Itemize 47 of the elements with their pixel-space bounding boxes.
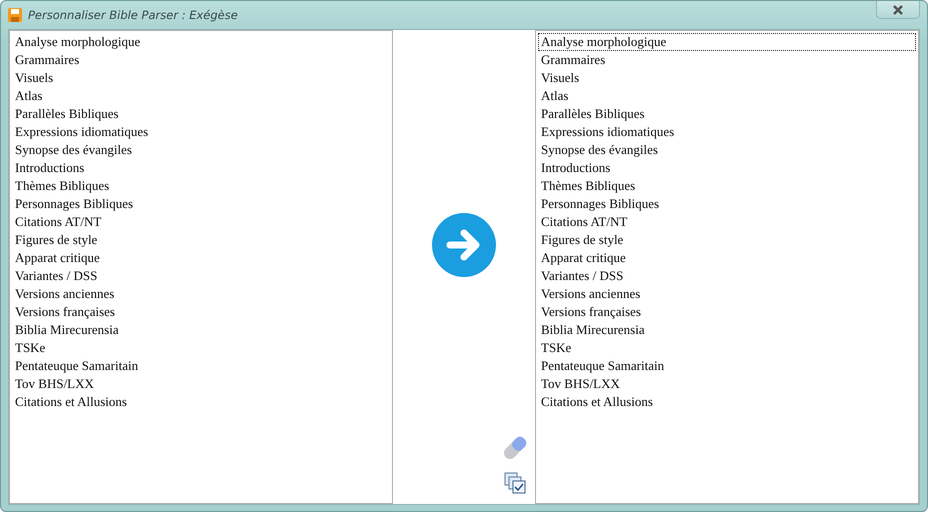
list-item[interactable]: Introductions [12, 159, 88, 177]
list-item[interactable]: Tov BHS/LXX [538, 375, 623, 393]
list-item[interactable]: Expressions idiomatiques [538, 123, 678, 141]
list-item[interactable]: Atlas [538, 87, 572, 105]
list-item[interactable]: Pentateuque Samaritain [538, 357, 668, 375]
list-item[interactable]: Analyse morphologique [538, 33, 916, 51]
list-item[interactable]: Thèmes Bibliques [538, 177, 638, 195]
list-item[interactable]: Figures de style [538, 231, 626, 249]
list-item[interactable]: Citations et Allusions [12, 393, 130, 411]
list-item[interactable]: Versions françaises [538, 303, 644, 321]
list-item[interactable]: Atlas [12, 87, 46, 105]
list-item[interactable]: Expressions idiomatiques [12, 123, 152, 141]
list-item[interactable]: Grammaires [12, 51, 82, 69]
list-item[interactable]: TSKe [12, 339, 48, 357]
list-item[interactable]: Apparat critique [538, 249, 629, 267]
list-item[interactable]: Personnages Bibliques [538, 195, 662, 213]
list-item[interactable]: Tov BHS/LXX [12, 375, 97, 393]
list-item[interactable]: Versions françaises [12, 303, 118, 321]
close-button[interactable] [876, 1, 920, 19]
list-item[interactable]: Visuels [12, 69, 56, 87]
list-item[interactable]: Variantes / DSS [538, 267, 626, 285]
list-item[interactable]: Variantes / DSS [12, 267, 100, 285]
select-all-icon[interactable] [504, 472, 526, 494]
list-item[interactable]: Visuels [538, 69, 582, 87]
list-item[interactable]: Analyse morphologique [12, 33, 144, 51]
list-item[interactable]: Thèmes Bibliques [12, 177, 112, 195]
list-item[interactable]: Figures de style [12, 231, 100, 249]
list-item[interactable]: Versions anciennes [538, 285, 644, 303]
list-item[interactable]: Parallèles Bibliques [12, 105, 122, 123]
list-item[interactable]: Pentateuque Samaritain [12, 357, 142, 375]
list-item[interactable]: Grammaires [538, 51, 608, 69]
list-item[interactable]: Citations et Allusions [538, 393, 656, 411]
list-item[interactable]: TSKe [538, 339, 574, 357]
list-item[interactable]: Synopse des évangiles [12, 141, 135, 159]
list-item[interactable]: Versions anciennes [12, 285, 118, 303]
list-item[interactable]: Apparat critique [12, 249, 103, 267]
arrow-right-icon [446, 229, 482, 261]
window-title: Personnaliser Bible Parser : Exégèse [28, 8, 238, 22]
list-item[interactable]: Parallèles Bibliques [538, 105, 648, 123]
close-icon [893, 4, 903, 14]
list-item[interactable]: Introductions [538, 159, 614, 177]
list-item[interactable]: Biblia Mirecurensia [538, 321, 648, 339]
list-item[interactable]: Citations AT/NT [538, 213, 630, 231]
list-item[interactable]: Synopse des évangiles [538, 141, 661, 159]
list-item[interactable]: Biblia Mirecurensia [12, 321, 122, 339]
list-item[interactable]: Citations AT/NT [12, 213, 104, 231]
list-item[interactable]: Personnages Bibliques [12, 195, 136, 213]
